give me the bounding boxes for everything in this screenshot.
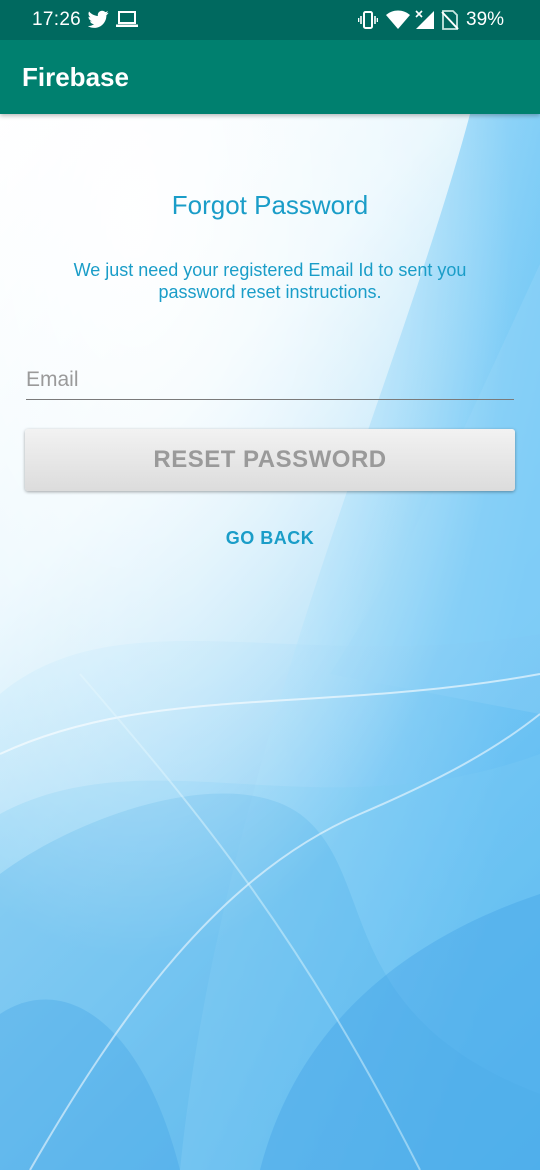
reset-password-button[interactable]: RESET PASSWORD (25, 429, 515, 491)
app-title: Firebase (22, 62, 129, 92)
signal-icon (415, 10, 434, 29)
wifi-icon (386, 10, 410, 29)
laptop-icon (116, 11, 138, 27)
go-back-link[interactable]: GO BACK (200, 528, 340, 549)
no-sim-icon (441, 10, 459, 30)
vibrate-icon (358, 11, 378, 29)
app-bar: Firebase (0, 40, 540, 114)
status-time: 17:26 (32, 9, 82, 30)
status-bar: 17:26 39% (0, 0, 540, 40)
screen: 17:26 39% Firebase Forgot Password We ju… (0, 0, 540, 1170)
battery-percentage: 39% (466, 9, 505, 30)
page-title: Forgot Password (171, 190, 369, 220)
instructions-text: We just need your registered Email Id to… (73, 260, 467, 302)
twitter-icon (88, 10, 109, 28)
email-field[interactable] (26, 360, 514, 400)
